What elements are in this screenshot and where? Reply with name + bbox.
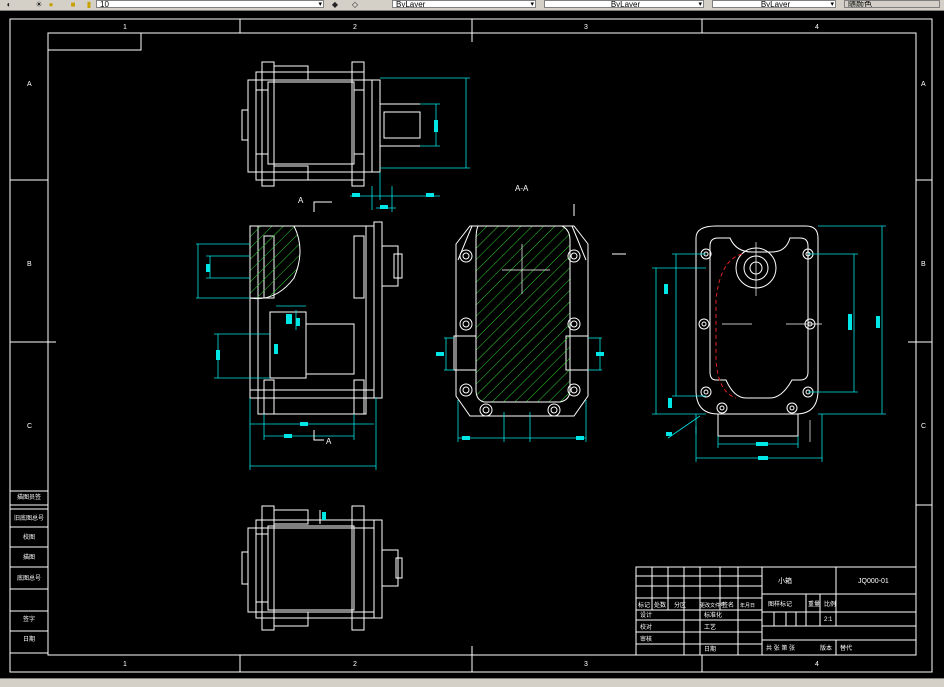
side-view xyxy=(695,225,819,437)
layer-previous-icon[interactable]: ◇ xyxy=(350,0,360,9)
side-table-row-3: 校图 xyxy=(23,533,35,541)
top-view-dimensions xyxy=(350,77,470,212)
section-marker-bottom-label: A xyxy=(326,437,332,446)
chevron-down-icon: ▾ xyxy=(318,1,322,8)
side-table-row-6: 签字 xyxy=(23,615,35,623)
designer-label: 设计 xyxy=(640,611,652,619)
sun-icon[interactable]: ● xyxy=(46,0,56,9)
side-table-row-2: 旧底图总号 xyxy=(14,514,44,522)
col-label-top-2: 2 xyxy=(353,24,357,31)
lock-icon[interactable]: ▮ xyxy=(84,0,94,9)
year-label: 年月日 xyxy=(740,602,755,609)
side-table-row-7: 日期 xyxy=(23,635,35,643)
section-view-hatch xyxy=(475,225,571,403)
sheet-count-label: 共 张 第 张 xyxy=(766,644,795,652)
date-label: 日期 xyxy=(704,645,716,653)
row-label-left-b: B xyxy=(27,261,32,268)
section-marker-a: A A xyxy=(298,196,332,446)
col-label-top-3: 3 xyxy=(584,24,588,31)
replace-label: 替代 xyxy=(840,644,852,652)
color-value: ByLayer xyxy=(396,0,426,8)
title-block-text: 小箱 JQ000-01 图样标记 重量 比例 2:1 共 张 第 张 版本 替代… xyxy=(638,576,889,653)
side-view-dimensions xyxy=(652,225,886,462)
scale-value: 2:1 xyxy=(824,617,833,623)
drawing-number: JQ000-01 xyxy=(858,578,889,585)
col-label-bottom-4: 4 xyxy=(815,661,819,668)
standard-label: 标准化 xyxy=(704,611,722,619)
color-swatch-icon[interactable]: ■ xyxy=(68,0,78,9)
color-dropdown[interactable]: ByLayer ▾ xyxy=(392,0,536,8)
weight-label: 重量 xyxy=(808,600,820,608)
count-label: 处数 xyxy=(654,601,666,609)
freeze-icon[interactable]: ☀ xyxy=(34,0,44,9)
bottom-view-dim-mark xyxy=(322,512,326,520)
layer-state-icon[interactable]: ◐ xyxy=(4,0,14,9)
drawing-frame xyxy=(9,18,933,673)
side-table-row-4: 描图 xyxy=(23,553,35,561)
side-view-centerlines xyxy=(695,242,822,442)
sign-label: 签名 xyxy=(722,601,734,609)
version-label: 版本 xyxy=(820,644,832,652)
lineweight-dropdown[interactable]: ByLayer ▾ xyxy=(712,0,836,8)
col-label-top-1: 1 xyxy=(123,24,127,31)
chevron-down-icon: ▾ xyxy=(698,1,702,8)
col-label-bottom-2: 2 xyxy=(353,661,357,668)
approve-label: 审核 xyxy=(640,635,652,643)
zone-label: 分区 xyxy=(674,601,686,609)
chevron-down-icon: ▾ xyxy=(530,1,534,8)
col-label-bottom-1: 1 xyxy=(123,661,127,668)
front-view-hatch xyxy=(249,225,301,300)
row-label-right-c: C xyxy=(921,423,926,430)
bottom-view xyxy=(241,505,403,631)
col-label-bottom-3: 3 xyxy=(584,661,588,668)
mark-label: 标记 xyxy=(638,601,650,609)
part-name: 小箱 xyxy=(778,576,792,585)
layer-value: 10 xyxy=(100,0,109,8)
material-label: 图样标记 xyxy=(768,600,792,608)
scale-label: 比例 xyxy=(824,600,836,608)
side-table-row-1: 描图员签 xyxy=(17,493,41,501)
plotstyle-value: 随颜色 xyxy=(848,0,872,8)
checker-label: 校对 xyxy=(640,623,652,631)
col-label-top-4: 4 xyxy=(815,24,819,31)
linetype-dropdown[interactable]: ByLayer ▾ xyxy=(544,0,704,8)
side-table-row-5: 底图总号 xyxy=(17,574,41,582)
make-current-layer-icon[interactable]: ◆ xyxy=(330,0,340,9)
section-marker-left-label: A xyxy=(298,196,304,205)
section-title: A-A xyxy=(515,184,529,193)
row-label-left-a: A xyxy=(27,81,32,88)
row-label-right-b: B xyxy=(921,261,926,268)
linetype-value: ByLayer xyxy=(610,0,641,8)
lineweight-value: ByLayer xyxy=(760,0,791,8)
row-label-left-c: C xyxy=(27,423,32,430)
properties-toolbar: ◐ ☀ ● ■ ▮ 10 ▾ ◆ ◇ ByLayer ▾ ByLayer ▾ B… xyxy=(0,0,944,11)
row-label-right-a: A xyxy=(921,81,926,88)
side-table-labels: 描图员签 旧底图总号 校图 描图 底图总号 签字 日期 xyxy=(14,493,44,643)
layer-dropdown[interactable]: 10 ▾ xyxy=(96,0,324,8)
plotstyle-dropdown[interactable]: 随颜色 xyxy=(844,0,940,8)
chevron-down-icon: ▾ xyxy=(830,1,834,8)
side-view-hidden-outline xyxy=(715,253,743,399)
process-label: 工艺 xyxy=(704,623,716,631)
top-view xyxy=(241,61,421,187)
drawing-canvas[interactable]: 1 2 3 4 1 2 3 4 A B C A B C A A A-A 描图员签… xyxy=(0,11,944,678)
